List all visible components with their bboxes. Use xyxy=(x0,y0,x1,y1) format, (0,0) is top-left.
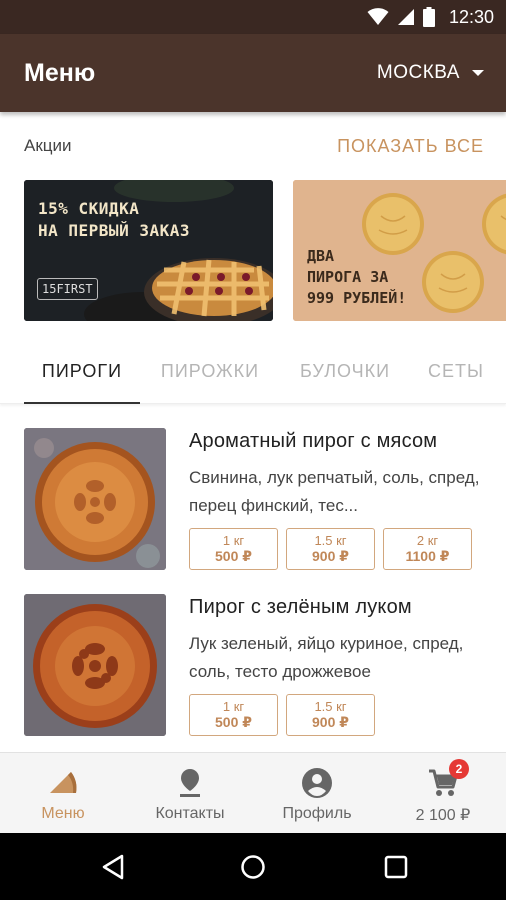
cart-icon-wrapper: 2 xyxy=(427,759,469,799)
size-option-button[interactable]: 1.5 кг 900 ₽ xyxy=(286,694,375,736)
promo-section-label: Акции xyxy=(24,136,72,155)
size-options: 1 кг 500 ₽ 1.5 кг 900 ₽ xyxy=(189,694,375,736)
product-image[interactable] xyxy=(24,428,166,570)
chevron-down-icon xyxy=(472,70,484,76)
size-option-button[interactable]: 1 кг 500 ₽ xyxy=(189,528,278,570)
promo-banner-text: ДВА ПИРОГА ЗА 999 РУБЛЕЙ! xyxy=(307,247,407,307)
product-description: Свинина, лук репчатый, соль, спред, пере… xyxy=(189,468,480,515)
promo-carousel[interactable]: 15% СКИДКА НА ПЕРВЫЙ ЗАКАЗ 15FIRST ДВА П… xyxy=(0,180,506,322)
status-time: 12:30 xyxy=(448,6,494,27)
size-option-button[interactable]: 2 кг 1100 ₽ xyxy=(383,528,472,570)
size-option-button[interactable]: 1.5 кг 900 ₽ xyxy=(286,528,375,570)
back-icon xyxy=(102,854,124,880)
size-weight: 1 кг xyxy=(222,699,245,714)
system-navigation-bar xyxy=(0,833,506,900)
bottom-navigation: Меню Контакты Профиль 2 2 100 ₽ xyxy=(0,752,506,833)
city-label: МОСКВА xyxy=(376,62,460,83)
nav-label: Меню xyxy=(41,805,85,822)
size-price: 500 ₽ xyxy=(215,548,252,564)
promo-banner-text: 15% СКИДКА НА ПЕРВЫЙ ЗАКАЗ xyxy=(38,199,190,240)
tab-buns[interactable]: БУЛОЧКИ xyxy=(288,338,402,404)
size-weight: 1 кг xyxy=(222,533,245,548)
product-description: Лук зеленый, яйцо куриное, спред, соль, … xyxy=(189,634,464,681)
size-price: 900 ₽ xyxy=(312,714,349,730)
size-option-button[interactable]: 1 кг 500 ₽ xyxy=(189,694,278,736)
page-title: Меню xyxy=(24,58,96,87)
product-image[interactable] xyxy=(24,594,166,736)
active-tab-indicator xyxy=(24,402,140,404)
show-all-button[interactable]: ПОКАЗАТЬ ВСЕ xyxy=(337,136,484,157)
cart-count-badge: 2 xyxy=(449,759,469,779)
wifi-icon xyxy=(367,8,389,25)
signal-icon xyxy=(397,9,414,25)
size-weight: 1.5 кг xyxy=(314,533,347,548)
tab-sets[interactable]: СЕТЫ xyxy=(416,338,496,404)
tab-small-pies[interactable]: ПИРОЖКИ xyxy=(152,338,268,404)
promo-header: Акции ПОКАЗАТЬ ВСЕ xyxy=(0,112,506,180)
product-title: Пирог с зелёным луком xyxy=(189,596,412,618)
size-price: 900 ₽ xyxy=(312,548,349,564)
nav-menu[interactable]: Меню xyxy=(0,753,126,834)
size-price: 1100 ₽ xyxy=(405,548,450,564)
city-selector[interactable]: МОСКВА xyxy=(377,62,484,84)
app-bar: Меню МОСКВА xyxy=(0,34,506,112)
recents-icon xyxy=(384,855,408,879)
profile-icon xyxy=(302,768,332,798)
recents-button[interactable] xyxy=(380,851,412,883)
category-tabs: ПИРОГИ ПИРОЖКИ БУЛОЧКИ СЕТЫ xyxy=(0,338,506,404)
battery-icon xyxy=(422,7,435,27)
promo-code: 15FIRST xyxy=(37,278,98,300)
location-pin-icon xyxy=(180,769,200,797)
meat-pie-photo xyxy=(24,428,166,570)
size-options: 1 кг 500 ₽ 1.5 кг 900 ₽ 2 кг 1100 ₽ xyxy=(189,528,472,570)
product-title: Ароматный пирог с мясом xyxy=(189,430,438,452)
home-icon xyxy=(241,855,265,879)
tab-pies[interactable]: ПИРОГИ xyxy=(24,338,140,404)
nav-contacts[interactable]: Контакты xyxy=(127,753,253,834)
nav-profile[interactable]: Профиль xyxy=(254,753,380,834)
cart-total: 2 100 ₽ xyxy=(415,807,471,824)
nav-cart[interactable]: 2 2 100 ₽ xyxy=(380,753,506,834)
size-price: 500 ₽ xyxy=(215,714,252,730)
home-button[interactable] xyxy=(237,851,269,883)
onion-pie-photo xyxy=(24,594,166,736)
back-button[interactable] xyxy=(97,851,129,883)
nav-label: Контакты xyxy=(155,805,225,822)
promo-banner-two-pies[interactable]: ДВА ПИРОГА ЗА 999 РУБЛЕЙ! xyxy=(293,180,506,321)
pie-slice-icon xyxy=(50,772,77,793)
nav-label: Профиль xyxy=(282,805,352,822)
size-weight: 1.5 кг xyxy=(314,699,347,714)
status-bar: 12:30 xyxy=(0,0,506,34)
promo-banner-discount[interactable]: 15% СКИДКА НА ПЕРВЫЙ ЗАКАЗ 15FIRST xyxy=(24,180,273,321)
size-weight: 2 кг xyxy=(416,533,439,548)
